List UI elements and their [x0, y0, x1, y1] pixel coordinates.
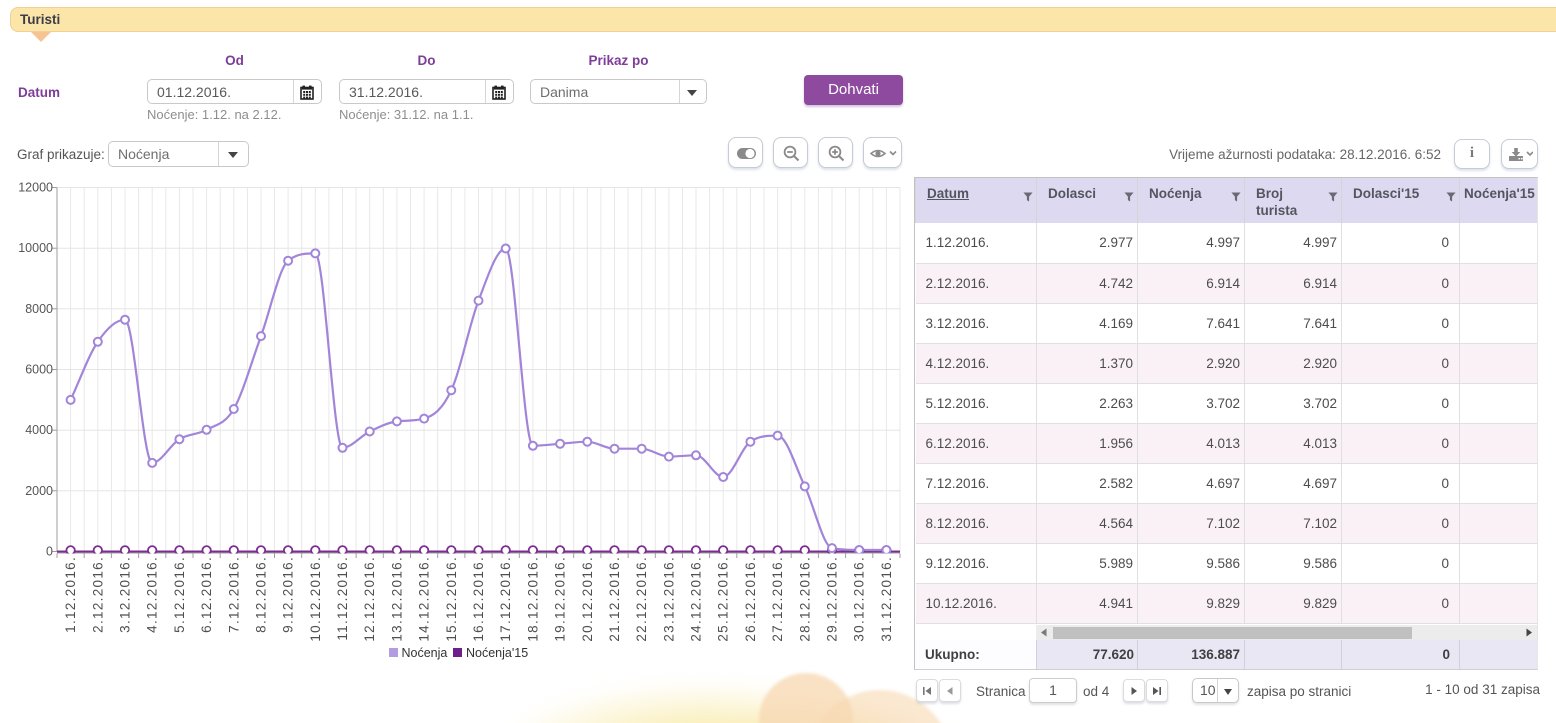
svg-text:6000: 6000 [25, 363, 53, 377]
svg-text:Noćenja: Noćenja [402, 646, 448, 660]
svg-text:3.12.2016.: 3.12.2016. [118, 556, 133, 633]
svg-text:27.12.2016.: 27.12.2016. [770, 556, 785, 642]
svg-text:12000: 12000 [18, 181, 53, 195]
svg-text:31.12.2016.: 31.12.2016. [879, 556, 894, 642]
svg-text:5.12.2016.: 5.12.2016. [172, 556, 187, 633]
svg-text:4000: 4000 [25, 423, 53, 437]
svg-text:9.12.2016.: 9.12.2016. [281, 556, 296, 633]
svg-text:22.12.2016.: 22.12.2016. [634, 556, 649, 642]
svg-text:Noćenja'15: Noćenja'15 [466, 646, 528, 660]
svg-text:21.12.2016.: 21.12.2016. [607, 556, 622, 642]
svg-text:25.12.2016.: 25.12.2016. [716, 556, 731, 642]
svg-text:1.12.2016.: 1.12.2016. [63, 556, 78, 633]
svg-text:18.12.2016.: 18.12.2016. [525, 556, 540, 642]
svg-text:19.12.2016.: 19.12.2016. [553, 556, 568, 642]
svg-text:12.12.2016.: 12.12.2016. [362, 556, 377, 642]
svg-text:4.12.2016.: 4.12.2016. [145, 556, 160, 633]
svg-text:10.12.2016.: 10.12.2016. [308, 556, 323, 642]
svg-text:23.12.2016.: 23.12.2016. [661, 556, 676, 642]
svg-text:10000: 10000 [18, 241, 53, 255]
svg-text:14.12.2016.: 14.12.2016. [417, 556, 432, 642]
svg-text:2000: 2000 [25, 484, 53, 498]
svg-text:24.12.2016.: 24.12.2016. [689, 556, 704, 642]
svg-text:2.12.2016.: 2.12.2016. [90, 556, 105, 633]
svg-text:28.12.2016.: 28.12.2016. [797, 556, 812, 642]
svg-text:17.12.2016.: 17.12.2016. [498, 556, 513, 642]
svg-text:13.12.2016.: 13.12.2016. [389, 556, 404, 642]
svg-text:7.12.2016.: 7.12.2016. [226, 556, 241, 633]
svg-text:8000: 8000 [25, 302, 53, 316]
svg-text:0: 0 [46, 545, 53, 559]
svg-text:20.12.2016.: 20.12.2016. [580, 556, 595, 642]
svg-text:26.12.2016.: 26.12.2016. [743, 556, 758, 642]
svg-text:29.12.2016.: 29.12.2016. [825, 556, 840, 642]
svg-text:15.12.2016.: 15.12.2016. [444, 556, 459, 642]
svg-text:11.12.2016.: 11.12.2016. [335, 556, 350, 641]
svg-text:30.12.2016.: 30.12.2016. [852, 556, 867, 642]
svg-text:8.12.2016.: 8.12.2016. [254, 556, 269, 633]
svg-text:16.12.2016.: 16.12.2016. [471, 556, 486, 642]
svg-text:6.12.2016.: 6.12.2016. [199, 556, 214, 633]
